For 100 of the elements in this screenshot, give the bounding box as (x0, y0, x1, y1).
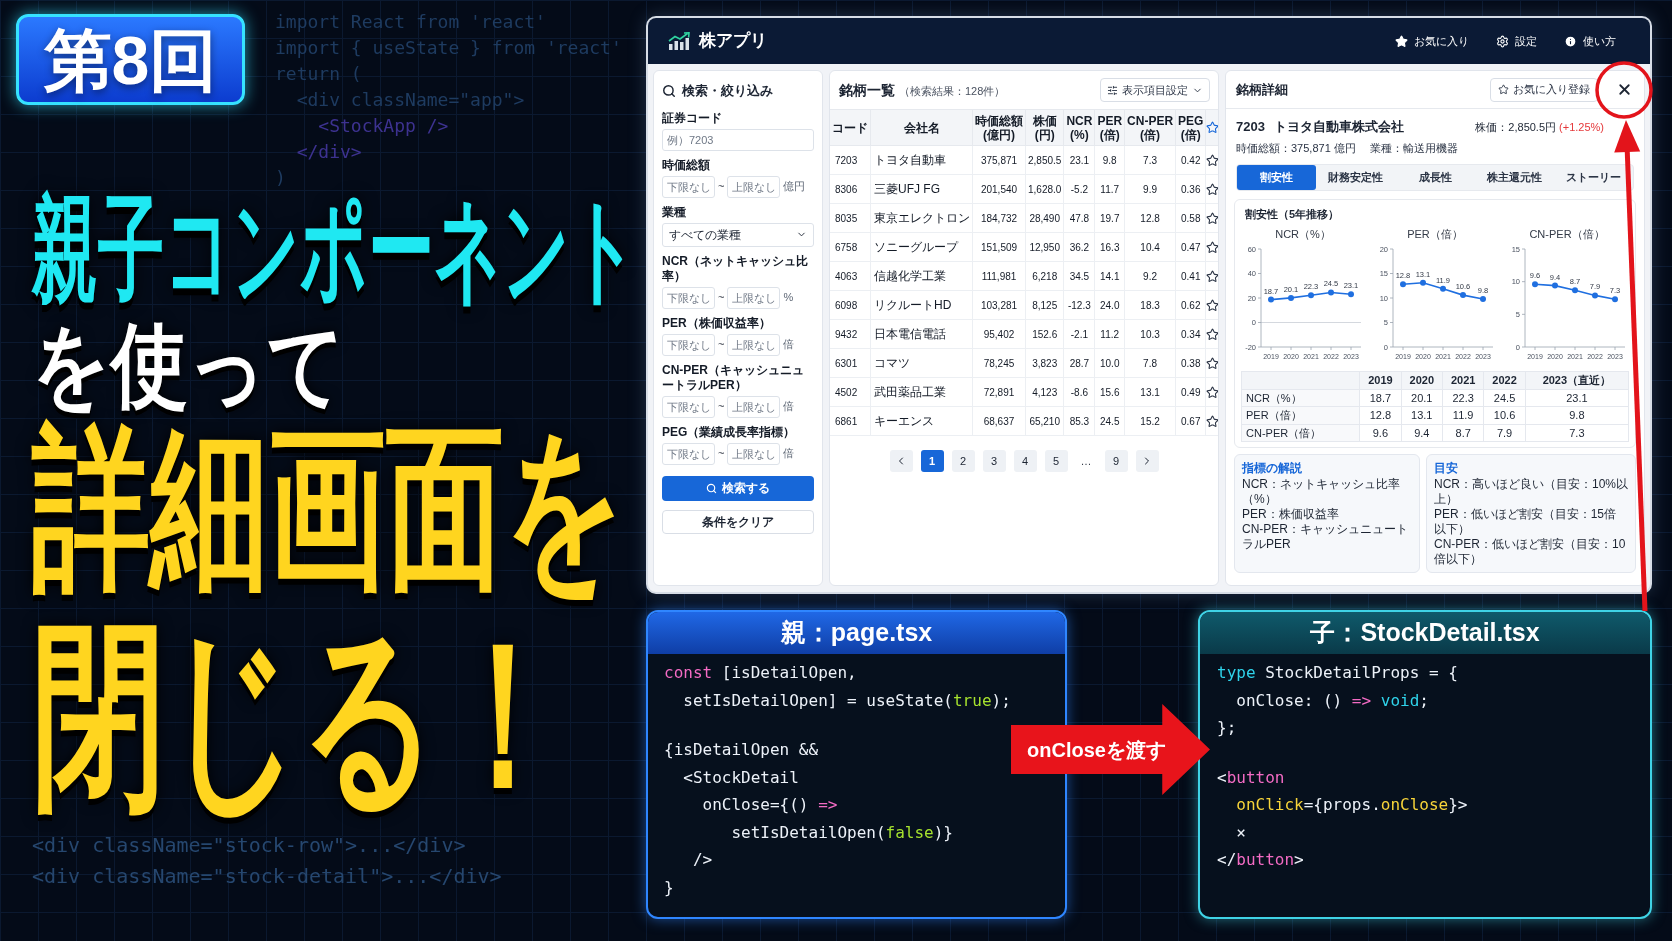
table-cell: 28.7 (1063, 348, 1095, 378)
data-point (1480, 295, 1486, 302)
search-icon (706, 482, 717, 494)
table-cell: ソニーグループ (870, 232, 973, 262)
star-icon[interactable] (1206, 269, 1218, 283)
column-settings-button[interactable]: 表示項目設定 (1100, 78, 1210, 102)
code-line: type StockDetailProps = { (1217, 662, 1458, 684)
star-icon[interactable] (1206, 211, 1218, 225)
table-cell: 7203 (830, 145, 871, 175)
field-label: 証券コード (662, 110, 722, 126)
max-input[interactable]: 上限なし (727, 286, 781, 309)
tab[interactable]: 成長性 (1395, 165, 1475, 190)
background-code-line: return ( (275, 62, 362, 86)
table-cell: 22.3 (1442, 389, 1484, 407)
star-icon[interactable] (1206, 327, 1218, 341)
range-separator: ~ (718, 179, 725, 195)
card-title: 割安性（5年推移） (1245, 207, 1340, 222)
code-input[interactable]: 例）7203 (662, 128, 814, 151)
table-cell: 12,950 (1025, 232, 1064, 262)
min-input[interactable]: 下限なし (662, 442, 715, 465)
table-cell: 7.8 (1124, 348, 1176, 378)
column-header: 時価総額 (億円) (972, 109, 1026, 146)
code-line: const [isDetailOpen, (664, 662, 857, 684)
max-input[interactable]: 上限なし (727, 395, 781, 418)
code-line: × (1235, 821, 1246, 844)
page-button[interactable]: 3 (982, 450, 1006, 472)
page-button[interactable]: 4 (1013, 450, 1037, 472)
table-cell: 24.5 (1094, 406, 1125, 436)
min-input[interactable]: 下限なし (662, 175, 715, 198)
column-header: 会社名 (870, 109, 973, 146)
industry-select[interactable]: すべての業種 (662, 222, 814, 247)
table-cell: 8,125 (1025, 290, 1064, 320)
table-cell: 111,981 (972, 261, 1026, 291)
unit-label: % (783, 290, 794, 306)
company-name: トヨタ自動車株式会社 (1273, 118, 1404, 136)
tab[interactable]: ストーリー (1553, 165, 1633, 190)
clear-button[interactable]: 条件をクリア (662, 509, 814, 534)
page-button[interactable]: 1 (920, 450, 944, 472)
table-cell: 0.36 (1175, 174, 1206, 204)
table-cell: 9.9 (1124, 174, 1176, 204)
max-input[interactable]: 上限なし (727, 175, 781, 198)
episode-badge: 第8回 (16, 14, 245, 105)
table-cell: 3,823 (1025, 348, 1064, 378)
table-cell: コマツ (870, 348, 973, 378)
min-input[interactable]: 下限なし (662, 395, 715, 418)
tab[interactable]: 割安性 (1237, 165, 1317, 190)
code-line: onClick={props.onClose}> (1235, 794, 1468, 816)
column-header: 2020 (1401, 371, 1443, 389)
table-cell: 72,891 (972, 377, 1026, 407)
favorites-link[interactable]: お気に入り (1395, 32, 1469, 50)
table-cell: 103,281 (972, 290, 1026, 320)
data-point (1348, 290, 1354, 297)
table-cell: 6861 (830, 406, 871, 436)
star-icon[interactable] (1206, 356, 1218, 370)
settings-link[interactable]: 設定 (1496, 32, 1537, 50)
table-cell: 4063 (830, 261, 871, 291)
help-link[interactable]: 使い方 (1564, 32, 1616, 50)
table-cell: 19.7 (1094, 203, 1125, 233)
star-icon[interactable] (1206, 240, 1218, 254)
star-icon[interactable] (1206, 298, 1218, 312)
next-page-button[interactable] (1135, 450, 1159, 472)
star-icon[interactable] (1206, 182, 1218, 196)
table-cell: -5.2 (1063, 174, 1095, 204)
unit-label: 億円 (783, 179, 806, 195)
star-icon[interactable] (1206, 385, 1218, 399)
table-cell: 47.8 (1063, 203, 1095, 233)
code-line: setIsDetailOpen] = useState(true); (682, 689, 1011, 712)
table-cell: 9.6 (1359, 424, 1402, 442)
table-cell: 10.4 (1124, 232, 1176, 262)
table-cell: 0.34 (1175, 319, 1206, 349)
table-cell: 日本電信電話 (870, 319, 973, 349)
table-cell: 4,123 (1025, 377, 1064, 407)
table-cell: 78,245 (972, 348, 1026, 378)
star-icon[interactable] (1206, 153, 1218, 167)
table-cell: 7.9 (1483, 424, 1526, 442)
code-panel-title: 親：page.tsx (780, 617, 933, 649)
min-input[interactable]: 下限なし (662, 333, 715, 356)
min-input[interactable]: 下限なし (662, 286, 715, 309)
tab[interactable]: 株主還元性 (1474, 165, 1554, 190)
table-cell: 10.6 (1483, 406, 1526, 424)
highlight-circle (1595, 61, 1653, 119)
note-title: 指標の解説 (1242, 460, 1302, 476)
table-cell: キーエンス (870, 406, 973, 436)
max-input[interactable]: 上限なし (727, 333, 781, 356)
table-cell: 184,732 (972, 203, 1026, 233)
max-input[interactable]: 上限なし (727, 442, 781, 465)
page-button[interactable]: 5 (1044, 450, 1068, 472)
tab[interactable]: 財務安定性 (1316, 165, 1396, 190)
page-button[interactable]: 2 (951, 450, 975, 472)
unit-label: 倍 (783, 399, 795, 415)
star-icon[interactable] (1206, 414, 1218, 428)
page-button[interactable]: 9 (1104, 450, 1128, 472)
code-line: } (664, 876, 674, 899)
stock-price: 株価：2,850.5円 (1475, 120, 1557, 135)
star-icon (1206, 121, 1218, 134)
table-cell: 7.3 (1124, 145, 1176, 175)
previous-page-button[interactable] (889, 450, 913, 472)
search-button[interactable]: 検索する (662, 475, 814, 501)
unit-label: 倍 (783, 446, 795, 462)
code-line: </button> (1217, 849, 1304, 871)
